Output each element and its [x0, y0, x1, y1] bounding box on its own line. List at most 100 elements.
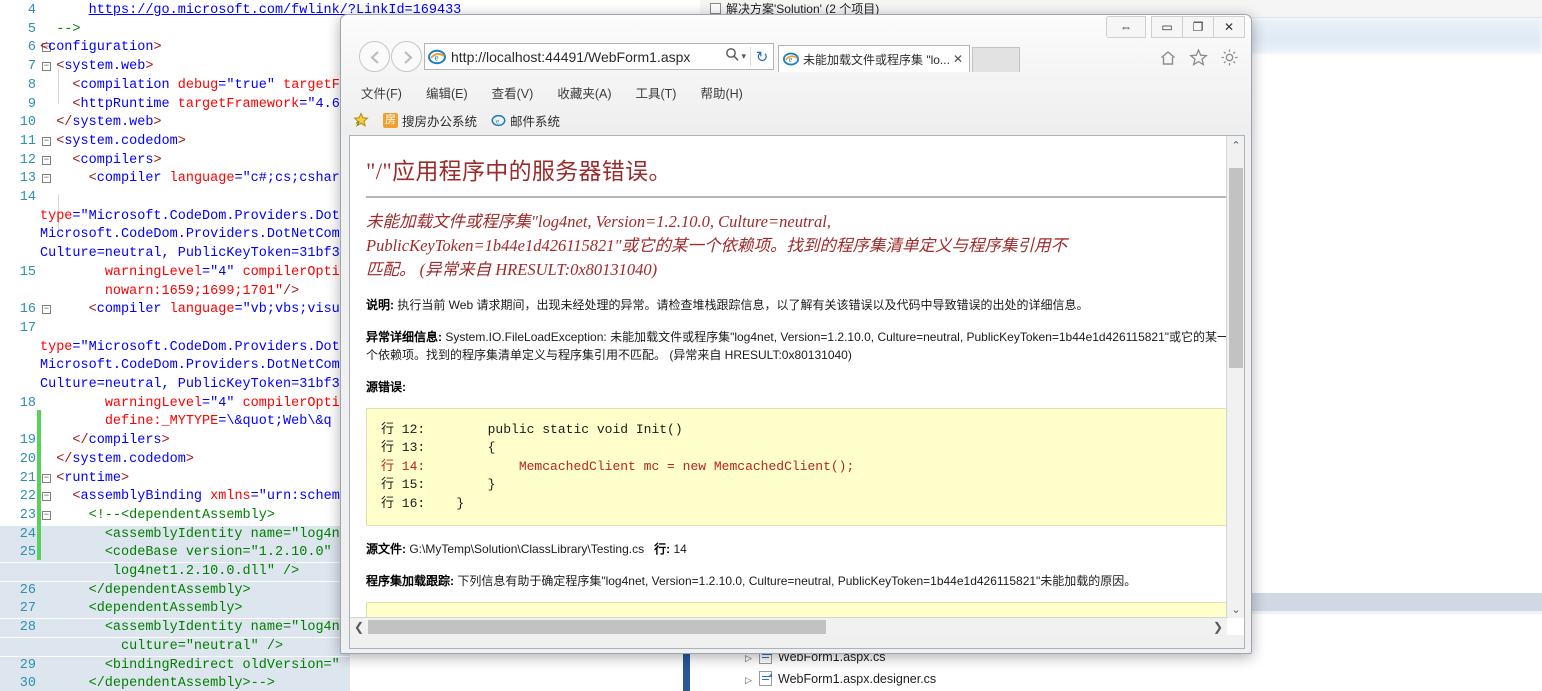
code-line[interactable]: 26 </dependentAssembly>	[0, 581, 350, 600]
code-line-text: }	[425, 495, 465, 511]
code-line[interactable]: 7− <system.web>	[0, 58, 350, 76]
window-controls[interactable]: ⇔ ▭ ❐ ✕	[1106, 15, 1245, 39]
maximize-button[interactable]: ❐	[1182, 16, 1214, 38]
browser-tab[interactable]: e 未能加载文件或程序集 "lo... ✕	[778, 45, 970, 72]
line-number: 24	[19, 526, 36, 542]
page-vertical-scrollbar[interactable]: ⌃ ⌄	[1226, 136, 1244, 618]
home-icon[interactable]	[1159, 49, 1177, 72]
menu-item-favorites[interactable]: 收藏夹(A)	[545, 81, 623, 104]
error-message-line: 匹配。 (异常来自 HRESULT:0x80131040)	[366, 259, 658, 279]
code-text: <!--<dependentAssembly>	[88, 507, 275, 523]
source-code-block: 行 12: public static void Init() 行 13: {行 …	[366, 407, 1227, 527]
code-line[interactable]: 6− <configuration>	[0, 39, 350, 57]
scroll-up-arrow-icon[interactable]: ⌃	[1227, 136, 1244, 154]
code-text: <assemblyIdentity name="log4n	[104, 526, 340, 542]
horizontal-scroll-strip[interactable]	[1246, 593, 1542, 611]
favorite-link-office[interactable]: 房 搜房办公系统	[379, 111, 481, 130]
code-line[interactable]: 30 </dependentAssembly>-->	[0, 675, 350, 691]
tree-item-row[interactable]: ▷ WebForm1.aspx.designer.cs	[745, 670, 936, 689]
code-line[interactable]: 8 <compilation debug="true" targetF	[0, 77, 350, 95]
favorites-bar[interactable]: 房 搜房办公系统 e 邮件系统	[349, 108, 1109, 132]
code-line[interactable]: culture="neutral" />	[0, 637, 350, 656]
code-line[interactable]: 29 <bindingRedirect oldVersion="	[0, 656, 350, 675]
code-line[interactable]: log4net1.2.10.0.dll" />	[0, 563, 350, 581]
exception-label: 异常详细信息:	[366, 329, 442, 344]
assembly-trace-label: 程序集加载跟踪:	[366, 574, 454, 589]
refresh-icon[interactable]: ↻	[751, 48, 773, 66]
code-line[interactable]: Microsoft.CodeDom.Providers.DotNetCom	[0, 226, 350, 244]
code-line[interactable]: 27 <dependentAssembly>	[0, 600, 350, 619]
code-text: warningLevel="4" compilerOpti	[104, 395, 340, 411]
change-indicator-bar	[37, 410, 41, 560]
line-number: 12	[19, 152, 36, 168]
favorite-link-mail[interactable]: e 邮件系统	[487, 111, 564, 130]
code-line[interactable]: 14	[0, 189, 350, 207]
address-bar[interactable]: e http://localhost:44491/WebForm1.aspx ▾…	[424, 43, 774, 70]
menu-bar[interactable]: 文件(F) 编辑(E) 查看(V) 收藏夹(A) 工具(T) 帮助(H)	[349, 81, 1109, 103]
chevron-right-icon[interactable]: ▷	[745, 671, 759, 690]
menu-item-file[interactable]: 文件(F)	[349, 81, 414, 104]
code-line[interactable]: type="Microsoft.CodeDom.Providers.Dot	[0, 208, 350, 226]
new-tab-button[interactable]	[972, 47, 1020, 72]
code-line[interactable]: 22− <assemblyBinding xmlns="urn:schem	[0, 488, 350, 506]
forward-button[interactable]	[391, 41, 422, 72]
code-line[interactable]: Microsoft.CodeDom.Providers.DotNetCom	[0, 357, 350, 375]
resize-button[interactable]: ⇔	[1106, 16, 1146, 38]
page-horizontal-scrollbar[interactable]: ❮ ❯	[350, 617, 1227, 635]
code-line[interactable]: 21− <runtime>	[0, 470, 350, 488]
back-button[interactable]	[359, 41, 390, 72]
close-button[interactable]: ✕	[1213, 16, 1245, 38]
code-line[interactable]: 28 <assemblyIdentity name="log4n	[0, 619, 350, 638]
code-line[interactable]: 9 <httpRuntime targetFramework="4.6	[0, 96, 350, 114]
code-line[interactable]: 20 </system.codedom>	[0, 451, 350, 469]
menu-item-tools[interactable]: 工具(T)	[623, 81, 688, 104]
code-line[interactable]: 10 </system.web>	[0, 114, 350, 132]
minimize-button[interactable]: ▭	[1151, 16, 1183, 38]
menu-item-view[interactable]: 查看(V)	[480, 81, 546, 104]
fang-icon: 房	[383, 112, 398, 128]
code-text: Microsoft.CodeDom.Providers.DotNetCom	[40, 227, 340, 243]
favorite-label: 搜房办公系统	[402, 114, 478, 129]
tab-strip[interactable]: e 未能加载文件或程序集 "lo... ✕	[778, 43, 1038, 74]
code-line[interactable]: 19 </compilers>	[0, 432, 350, 450]
code-line[interactable]: 11− <system.codedom>	[0, 133, 350, 151]
code-line[interactable]: 18 warningLevel="4" compilerOpti	[0, 395, 350, 413]
navigation-row[interactable]: e http://localhost:44491/WebForm1.aspx ▾…	[341, 41, 1251, 77]
browser-tool-icons[interactable]	[1159, 48, 1239, 72]
code-line[interactable]: 23− <!--<dependentAssembly>	[0, 507, 350, 525]
code-line[interactable]: define:_MYTYPE=\&quot;Web\&q	[0, 413, 350, 431]
line-number: 17	[19, 320, 36, 336]
code-line[interactable]: 25 <codeBase version="1.2.10.0"	[0, 544, 350, 563]
code-line[interactable]: 24 <assemblyIdentity name="log4n	[0, 525, 350, 544]
code-line[interactable]: 15 warningLevel="4" compilerOpti	[0, 264, 350, 282]
line-number: 27	[19, 601, 36, 617]
line-number: 8	[27, 77, 36, 93]
code-line[interactable]: 17	[0, 320, 350, 338]
gear-icon[interactable]	[1220, 48, 1239, 72]
page-viewport[interactable]: "/"应用程序中的服务器错误。 未能加载文件或程序集"log4net, Vers…	[349, 135, 1245, 635]
code-line[interactable]: 4 https://go.microsoft.com/fwlink/?LinkI…	[0, 2, 461, 20]
chevron-down-icon[interactable]: ▾	[741, 51, 746, 62]
code-line[interactable]: 12− <compilers>	[0, 152, 350, 170]
code-line[interactable]: 5 -->	[0, 21, 350, 39]
code-line[interactable]: 13− <compiler language="c#;cs;cshar	[0, 170, 350, 188]
horizontal-scroll-thumb[interactable]	[368, 620, 826, 634]
code-text: <codeBase version="1.2.10.0"	[104, 545, 332, 561]
scroll-down-arrow-icon[interactable]: ⌄	[1227, 600, 1244, 618]
menu-item-help[interactable]: 帮助(H)	[688, 81, 754, 104]
menu-item-edit[interactable]: 编辑(E)	[414, 81, 480, 104]
scroll-left-arrow-icon[interactable]: ❮	[350, 618, 368, 636]
code-line[interactable]: Culture=neutral, PublicKeyToken=31bf3	[0, 245, 350, 263]
favorites-star-icon[interactable]	[1189, 48, 1208, 72]
code-block-line: 行 15: }	[381, 476, 1217, 494]
vertical-scroll-thumb[interactable]	[1229, 168, 1243, 368]
code-line[interactable]: Culture=neutral, PublicKeyToken=31bf3	[0, 376, 350, 394]
code-line[interactable]: 16− <compiler language="vb;vbs;visu	[0, 301, 350, 319]
favorites-star-button[interactable]	[349, 112, 373, 128]
code-text: Culture=neutral, PublicKeyToken=31bf3	[40, 246, 340, 262]
browser-window[interactable]: ⇔ ▭ ❐ ✕ e http://localhost:44491/WebForm…	[340, 14, 1252, 654]
close-icon[interactable]: ✕	[951, 52, 965, 66]
code-line[interactable]: type="Microsoft.CodeDom.Providers.Dot	[0, 339, 350, 357]
code-line[interactable]: nowarn:1659;1699;1701"/>	[0, 283, 350, 301]
scroll-right-arrow-icon[interactable]: ❯	[1209, 618, 1227, 636]
